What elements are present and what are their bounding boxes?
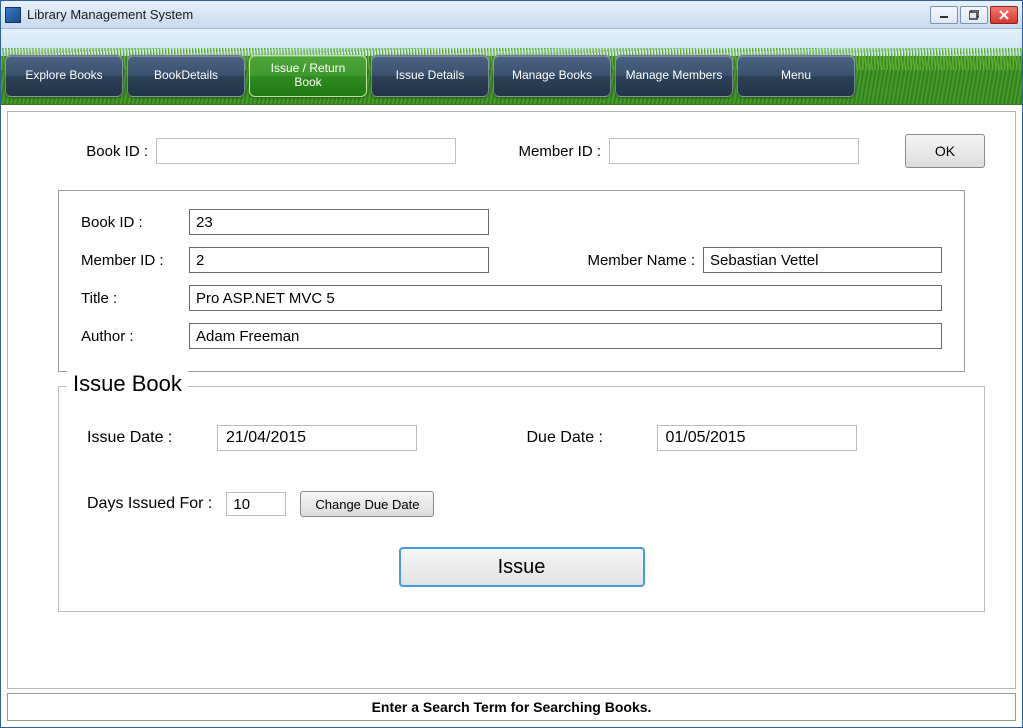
- status-text: Enter a Search Term for Searching Books.: [372, 699, 652, 715]
- app-icon: [5, 7, 21, 23]
- nav-manage-members[interactable]: Manage Members: [615, 55, 733, 97]
- book-id-input[interactable]: [156, 138, 456, 164]
- detail-author-value: Adam Freeman: [189, 323, 942, 349]
- issue-date-label: Issue Date :: [87, 429, 207, 447]
- window-title: Library Management System: [27, 7, 193, 22]
- change-due-date-button[interactable]: Change Due Date: [300, 491, 434, 517]
- detail-member-id-value: 2: [189, 247, 489, 273]
- ok-button[interactable]: OK: [905, 134, 985, 168]
- date-row: Issue Date : Due Date :: [87, 425, 956, 451]
- issue-button[interactable]: Issue: [399, 547, 645, 587]
- maximize-button[interactable]: [960, 6, 988, 24]
- app-window: Library Management System Explore Bo: [0, 0, 1023, 728]
- issue-book-fieldset: Issue Book Issue Date : Due Date : Days …: [58, 386, 985, 612]
- minimize-icon: [939, 10, 949, 20]
- due-date-label: Due Date :: [527, 429, 647, 447]
- detail-title-label: Title :: [81, 290, 181, 307]
- header-banner: Explore Books BookDetails Issue / Return…: [1, 29, 1022, 105]
- member-id-label: Member ID :: [491, 143, 601, 160]
- window-controls: [930, 6, 1018, 24]
- days-issued-label: Days Issued For :: [87, 495, 212, 513]
- close-button[interactable]: [990, 6, 1018, 24]
- minimize-button[interactable]: [930, 6, 958, 24]
- detail-book-id-value: 23: [189, 209, 489, 235]
- detail-author-label: Author :: [81, 328, 181, 345]
- detail-member-id-label: Member ID :: [81, 252, 181, 269]
- nav-manage-books[interactable]: Manage Books: [493, 55, 611, 97]
- maximize-icon: [969, 10, 979, 20]
- client-area: Book ID : Member ID : OK Book ID : 23 Me…: [1, 105, 1022, 727]
- close-icon: [999, 10, 1009, 20]
- nav-issue-details[interactable]: Issue Details: [371, 55, 489, 97]
- days-issued-input[interactable]: [226, 492, 286, 516]
- nav-explore-books[interactable]: Explore Books: [5, 55, 123, 97]
- detail-book-id-label: Book ID :: [81, 214, 181, 231]
- titlebar: Library Management System: [1, 1, 1022, 29]
- member-id-input[interactable]: [609, 138, 859, 164]
- nav-book-details[interactable]: BookDetails: [127, 55, 245, 97]
- details-box: Book ID : 23 Member ID : 2 Member Name :…: [58, 190, 965, 372]
- issue-button-row: Issue: [87, 547, 956, 587]
- issue-date-input[interactable]: [217, 425, 417, 451]
- nav-menu[interactable]: Menu: [737, 55, 855, 97]
- detail-title-value: Pro ASP.NET MVC 5: [189, 285, 942, 311]
- issue-book-legend: Issue Book: [67, 371, 188, 397]
- detail-member-name-label: Member Name :: [565, 252, 695, 269]
- due-date-input[interactable]: [657, 425, 857, 451]
- detail-member-name-value: Sebastian Vettel: [703, 247, 942, 273]
- status-bar: Enter a Search Term for Searching Books.: [7, 693, 1016, 721]
- lookup-row: Book ID : Member ID : OK: [38, 134, 985, 168]
- nav-issue-return-book[interactable]: Issue / Return Book: [249, 55, 367, 97]
- main-panel: Book ID : Member ID : OK Book ID : 23 Me…: [7, 111, 1016, 689]
- days-row: Days Issued For : Change Due Date: [87, 491, 956, 517]
- navbar: Explore Books BookDetails Issue / Return…: [5, 55, 1018, 97]
- book-id-label: Book ID :: [38, 143, 148, 160]
